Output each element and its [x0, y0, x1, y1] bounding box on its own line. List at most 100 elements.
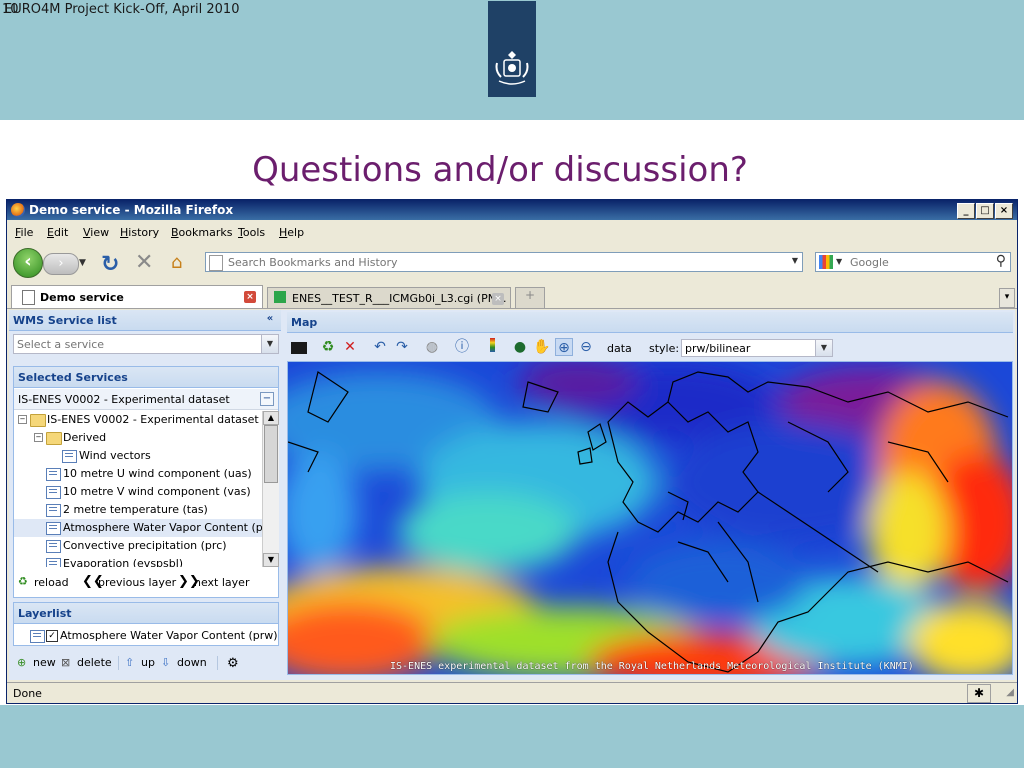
reload-icon[interactable]: ↻ — [101, 252, 119, 277]
map-attribution: IS-ENES experimental dataset from the Ro… — [390, 661, 914, 672]
new-tab-button[interactable]: + — [515, 287, 545, 308]
collapse-icon[interactable]: « — [263, 313, 277, 326]
redo-icon[interactable]: ↷ — [393, 338, 411, 356]
new-layer-button[interactable]: new — [33, 656, 56, 669]
history-dropdown-icon[interactable]: ▼ — [79, 258, 86, 268]
selected-services-panel: Selected Services IS-ENES V0002 - Experi… — [13, 366, 279, 598]
scroll-up-icon[interactable]: ▲ — [263, 411, 279, 425]
stop-icon[interactable]: ✕ — [135, 250, 153, 275]
settings-icon[interactable]: ⚙ — [227, 656, 239, 671]
scroll-down-icon[interactable]: ▼ — [263, 553, 279, 567]
menu-view[interactable]: View — [83, 226, 109, 239]
chevron-down-icon[interactable]: ▼ — [261, 335, 278, 353]
layerlist-panel: Layerlist ✓ Atmosphere Water Vapor Conte… — [13, 602, 279, 646]
search-box[interactable]: ▼ ⚲ — [815, 252, 1011, 272]
layer-visibility-checkbox[interactable]: ✓ — [46, 630, 58, 642]
cancel-icon[interactable]: ✕ — [341, 338, 359, 356]
reload-button[interactable]: reload — [34, 576, 69, 589]
menu-bookmarks[interactable]: Bookmarks — [171, 226, 232, 239]
close-window-button[interactable]: × — [995, 203, 1013, 219]
style-select[interactable]: ▼ — [681, 339, 833, 357]
url-bar[interactable]: ▼ — [205, 252, 803, 272]
add-icon[interactable]: ⊕ — [17, 656, 26, 669]
menu-history[interactable]: History — [120, 226, 159, 239]
tree-item-derived[interactable]: − Derived — [14, 429, 262, 447]
list-all-tabs-icon[interactable]: ▾ — [999, 288, 1015, 308]
move-up-button[interactable]: up — [141, 656, 155, 669]
pan-hand-icon[interactable]: ✋ — [533, 338, 551, 356]
info-icon[interactable]: ⓘ — [453, 338, 471, 356]
delete-layer-button[interactable]: delete — [77, 656, 112, 669]
tab-enes-test[interactable]: ENES__TEST_R___ICMGb0i_L3.cgi (PN... × — [267, 287, 511, 308]
status-bar: Done ✱ ◢ — [7, 682, 1017, 703]
data-button[interactable]: data — [607, 342, 632, 355]
zoom-in-icon[interactable]: ⊕ — [555, 338, 573, 356]
slide-footer-band — [0, 705, 1024, 768]
minimize-button[interactable]: _ — [957, 203, 975, 219]
globe-icon[interactable]: ● — [511, 338, 529, 356]
globe-grid-icon[interactable]: ◍ — [423, 338, 441, 356]
arrow-up-icon[interactable]: ⇧ — [125, 656, 134, 669]
selected-services-header: Selected Services — [14, 367, 278, 388]
tree-item-wind-vectors[interactable]: Wind vectors — [14, 447, 262, 465]
service-select[interactable]: ▼ — [13, 334, 279, 354]
refresh-icon[interactable]: ♻ — [319, 338, 337, 356]
terminal-icon[interactable] — [291, 342, 307, 354]
tree-item-dataset[interactable]: − IS-ENES V0002 - Experimental dataset — [14, 411, 262, 429]
home-icon[interactable]: ⌂ — [171, 252, 182, 273]
delete-icon[interactable]: ⊠ — [61, 656, 70, 669]
dataset-header[interactable]: IS-ENES V0002 - Experimental dataset − — [14, 389, 278, 410]
menu-edit[interactable]: Edit — [47, 226, 68, 239]
reload-layers-icon[interactable]: ♻ — [18, 575, 28, 588]
arrow-down-icon[interactable]: ⇩ — [161, 656, 170, 669]
tree-item-layer[interactable]: Convective precipitation (prc) — [14, 537, 262, 555]
collapse-dataset-icon[interactable]: − — [260, 392, 274, 406]
tab-demo-service[interactable]: Demo service × — [11, 285, 263, 308]
zoom-out-icon[interactable]: ⊖ — [577, 338, 595, 356]
firebug-icon[interactable]: ✱ — [967, 684, 991, 703]
map-toolbar: ♻ ✕ ↶ ↷ ◍ ⓘ ● ✋ ⊕ ⊖ data style: ▼ — [287, 335, 1013, 359]
menu-help[interactable]: Help — [279, 226, 304, 239]
menu-tools[interactable]: Tools — [238, 226, 265, 239]
layer-icon — [30, 630, 45, 643]
search-icon[interactable]: ⚲ — [996, 253, 1006, 269]
collapse-toggle-icon[interactable]: − — [34, 433, 43, 442]
map-panel-header: Map — [287, 312, 1013, 333]
tree-item-layer[interactable]: 10 metre V wind component (vas) — [14, 483, 262, 501]
previous-layer-button[interactable]: previous layer — [98, 576, 176, 589]
layer-icon — [46, 540, 61, 553]
layerlist-item[interactable]: ✓ Atmosphere Water Vapor Content (prw) — [14, 627, 278, 645]
window-title: Demo service - Mozilla Firefox — [29, 203, 234, 217]
tree-item-layer[interactable]: 10 metre U wind component (uas) — [14, 465, 262, 483]
collapse-toggle-icon[interactable]: − — [18, 415, 27, 424]
search-input[interactable] — [850, 254, 980, 270]
menu-file[interactable]: File — [15, 226, 33, 239]
tree-item-layer-selected[interactable]: Atmosphere Water Vapor Content (prw) — [14, 519, 262, 537]
map-canvas[interactable]: IS-ENES experimental dataset from the Ro… — [287, 361, 1013, 675]
resize-grip-icon[interactable]: ◢ — [1006, 687, 1014, 698]
undo-icon[interactable]: ↶ — [371, 338, 389, 356]
window-titlebar: Demo service - Mozilla Firefox _ □ × — [7, 200, 1017, 220]
style-input[interactable] — [685, 340, 813, 356]
legend-icon[interactable] — [483, 338, 501, 356]
tree-item-layer[interactable]: Evaporation (evspsbl) — [14, 555, 262, 567]
scroll-thumb[interactable] — [264, 425, 278, 483]
url-dropdown-icon[interactable]: ▼ — [792, 256, 798, 265]
tree-scrollbar[interactable]: ▲ ▼ — [262, 411, 279, 567]
close-tab-icon[interactable]: × — [492, 293, 504, 305]
chevron-down-icon[interactable]: ▼ — [815, 340, 832, 356]
google-icon[interactable] — [819, 255, 833, 269]
water-vapor-map[interactable] — [288, 362, 1013, 675]
forward-button[interactable]: › — [43, 253, 79, 275]
tree-item-layer[interactable]: 2 metre temperature (tas) — [14, 501, 262, 519]
panel-title: Selected Services — [18, 371, 128, 384]
service-select-input[interactable] — [17, 336, 257, 352]
back-button[interactable]: ‹ — [13, 248, 43, 278]
tab-bar: Demo service × ENES__TEST_R___ICMGb0i_L3… — [7, 282, 1017, 309]
next-layer-button[interactable]: next layer — [194, 576, 249, 589]
close-tab-icon[interactable]: × — [244, 291, 256, 303]
move-down-button[interactable]: down — [177, 656, 207, 669]
maximize-button[interactable]: □ — [976, 203, 994, 219]
search-engine-dropdown-icon[interactable]: ▼ — [836, 257, 842, 266]
url-input[interactable] — [228, 254, 778, 270]
